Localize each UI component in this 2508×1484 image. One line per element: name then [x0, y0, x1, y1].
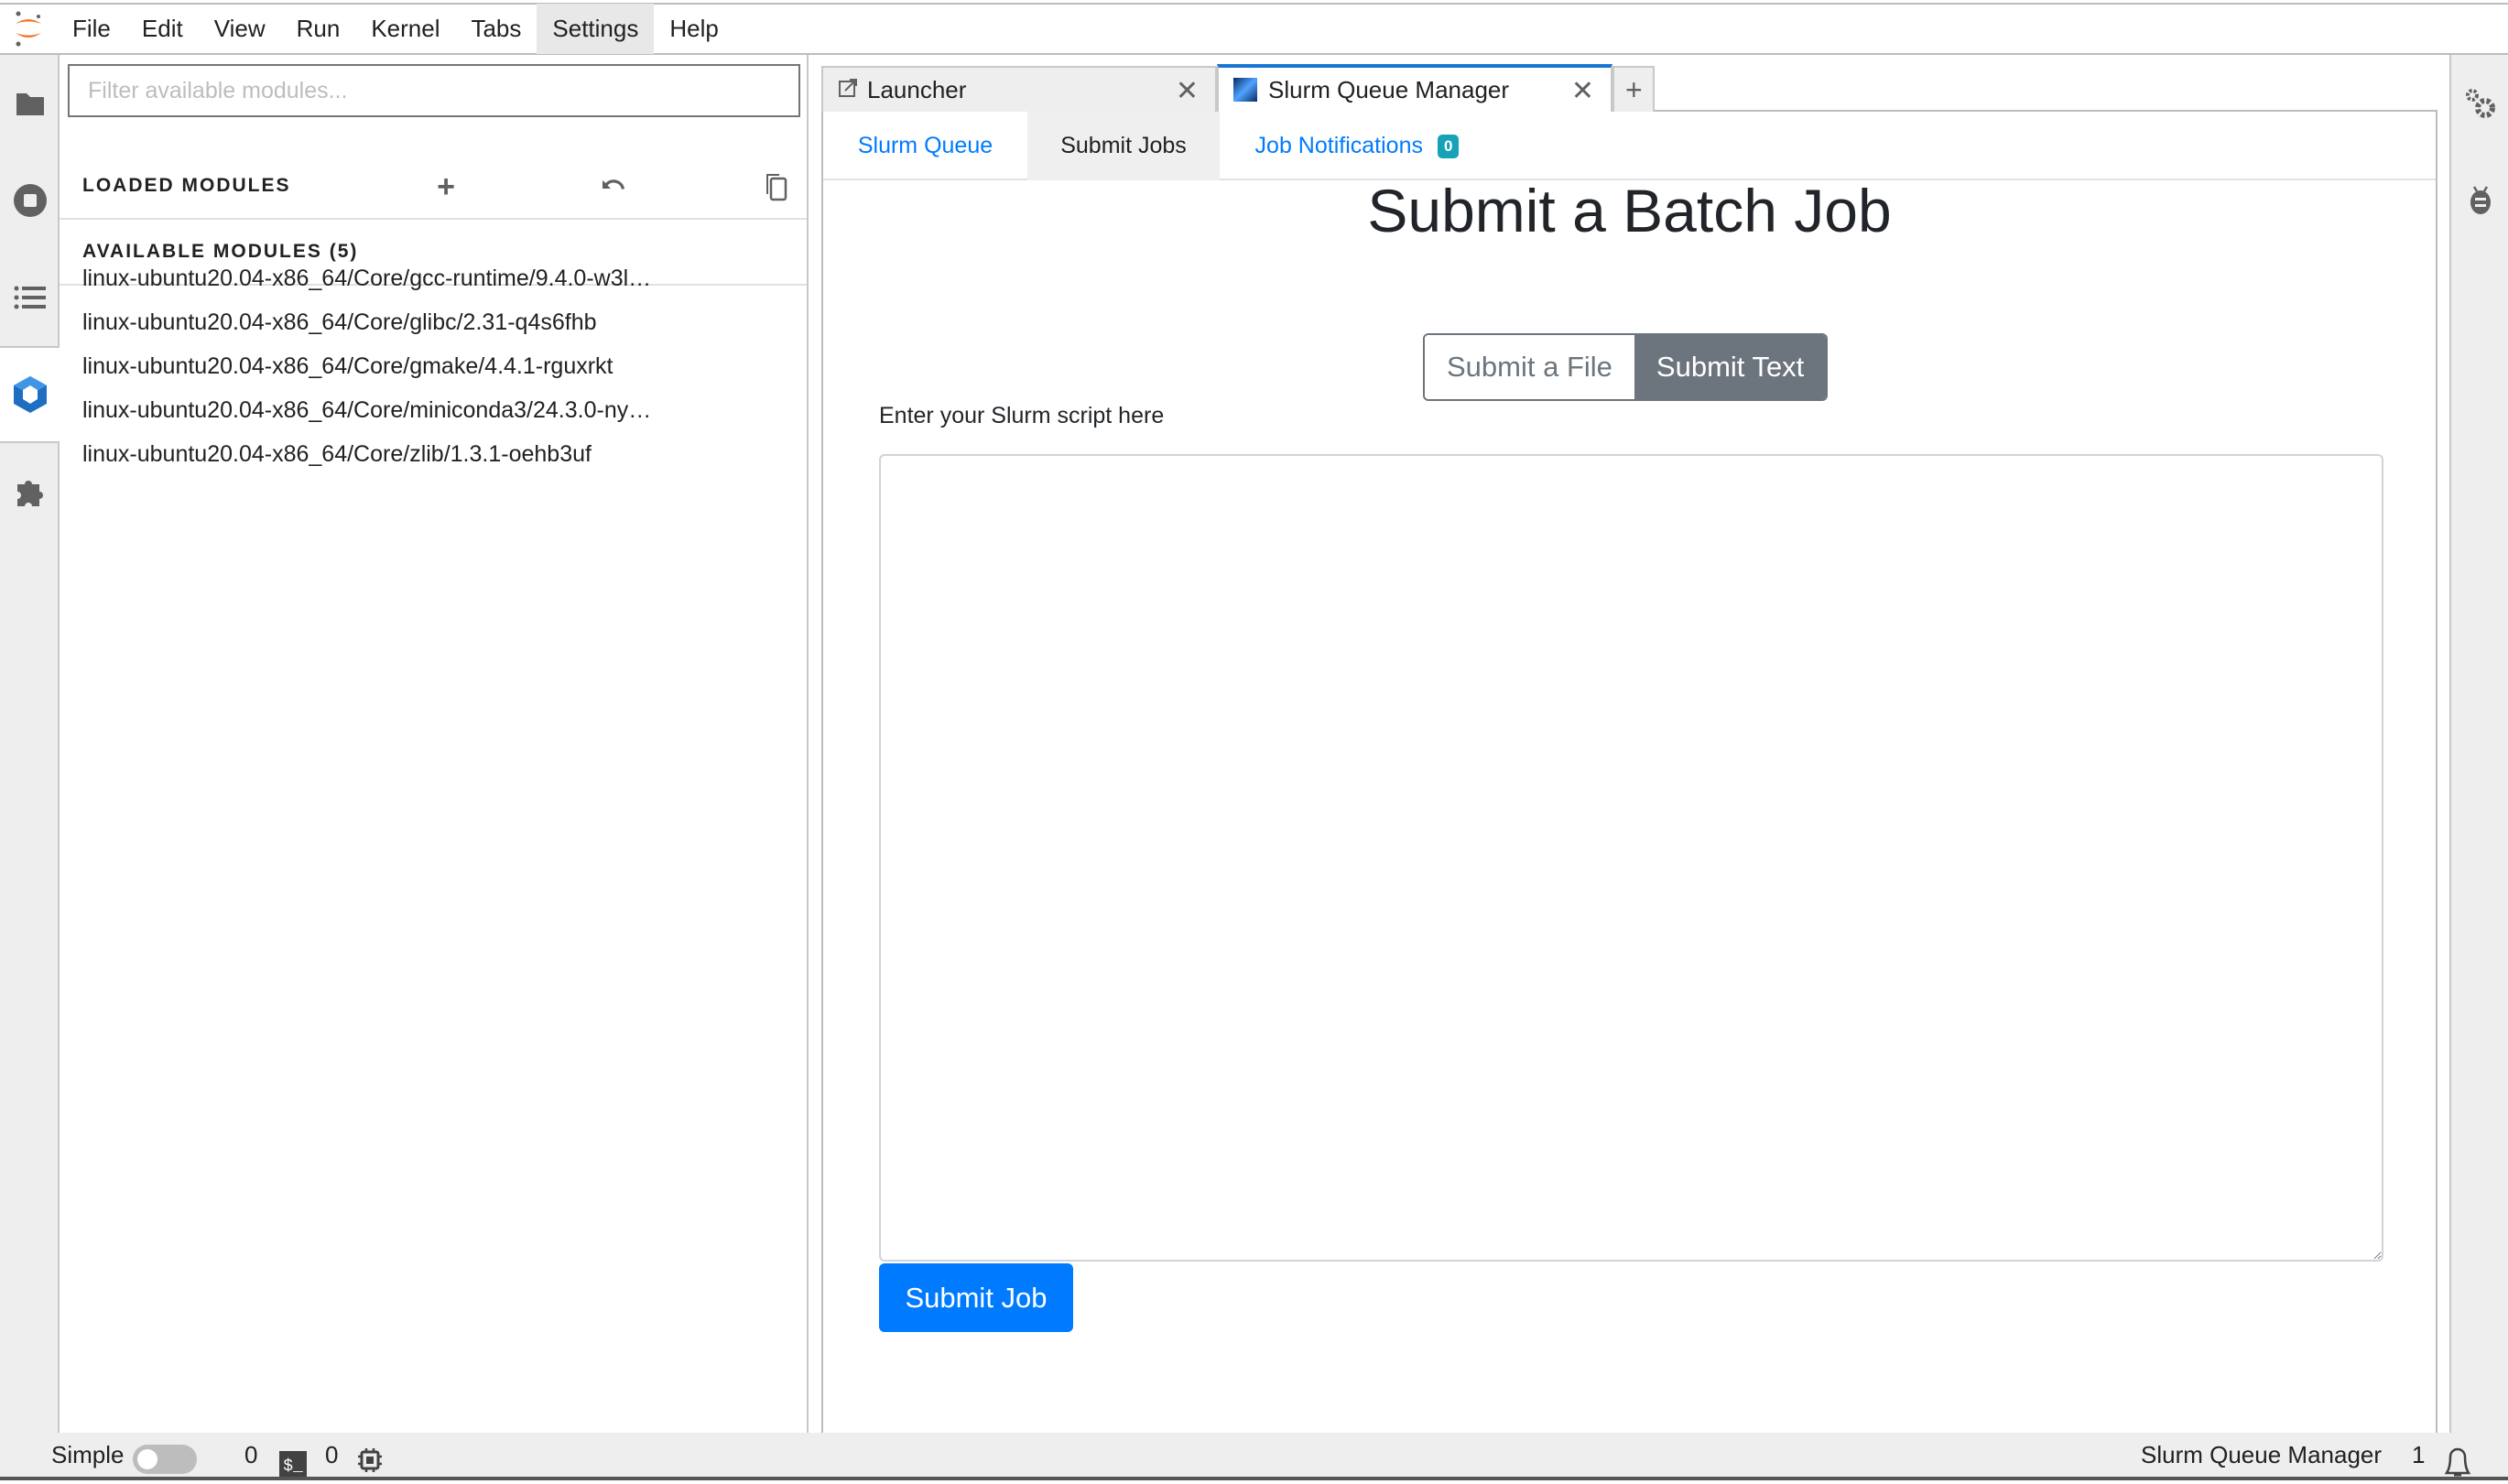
extension-icon[interactable] [0, 443, 60, 540]
script-label: Enter your Slurm script here [879, 403, 1165, 428]
simple-mode-toggle[interactable] [133, 1445, 197, 1474]
slurm-queue-manager-panel: Slurm Queue Submit Jobs Job Notification… [821, 112, 2437, 1480]
tab-submit-jobs[interactable]: Submit Jobs [1027, 112, 1220, 180]
tab-label: Job Notifications [1254, 133, 1423, 158]
launcher-icon [838, 76, 858, 104]
filter-modules-input[interactable] [68, 64, 800, 117]
running-icon[interactable] [0, 152, 60, 249]
bell-icon[interactable] [2442, 1440, 2473, 1484]
slurm-icon [1233, 78, 1257, 102]
toc-icon[interactable] [0, 249, 60, 346]
close-icon[interactable]: ✕ [1176, 75, 1199, 107]
restore-icon[interactable] [589, 154, 635, 220]
module-item[interactable]: linux-ubuntu20.04-x86_64/Core/miniconda3… [82, 388, 778, 432]
menu-edit[interactable]: Edit [126, 4, 199, 54]
activity-label: Slurm Queue Manager [2141, 1440, 2383, 1468]
submit-mode-toggle: Submit a File Submit Text [1423, 333, 1829, 401]
tab-launcher[interactable]: Launcher ✕ [821, 66, 1217, 112]
menu-bar: File Edit View Run Kernel Tabs Settings … [0, 4, 2508, 55]
folder-icon[interactable] [0, 55, 60, 152]
property-inspector-icon[interactable] [2451, 55, 2508, 152]
status-bar: Simple 0 $_ 0 Slurm Queue Manager 1 [0, 1433, 2508, 1480]
simple-mode-label: Simple [51, 1440, 125, 1468]
notification-count: 1 [2412, 1440, 2426, 1468]
loaded-modules-header: LOADED MODULES + [60, 154, 807, 220]
page-title: Submit a Batch Job [1367, 177, 1892, 244]
kernel-count[interactable]: 0 [325, 1433, 338, 1477]
menu-settings[interactable]: Settings [537, 4, 655, 54]
left-sidebar [0, 55, 60, 1433]
module-item[interactable]: linux-ubuntu20.04-x86_64/Core/gcc-runtim… [82, 256, 778, 300]
document-tab-bar: Launcher ✕ Slurm Queue Manager ✕ + [821, 64, 2437, 112]
menu-help[interactable]: Help [654, 4, 733, 54]
copy-icon[interactable] [754, 154, 799, 220]
modules-panel: LOADED MODULES + AVAILABLE MODULES (5) l… [60, 55, 809, 1433]
tab-slurm-queue[interactable]: Slurm Queue [823, 112, 1027, 180]
close-icon[interactable]: ✕ [1571, 75, 1594, 107]
submit-job-button[interactable]: Submit Job [879, 1263, 1073, 1332]
menu-file[interactable]: File [57, 4, 126, 54]
menu-kernel[interactable]: Kernel [355, 4, 455, 54]
right-sidebar [2449, 55, 2508, 1433]
tab-slurm-queue-manager[interactable]: Slurm Queue Manager ✕ [1217, 64, 1612, 112]
menu-view[interactable]: View [199, 4, 281, 54]
module-item[interactable]: linux-ubuntu20.04-x86_64/Core/gmake/4.4.… [82, 344, 778, 388]
menu-tabs[interactable]: Tabs [455, 4, 537, 54]
slurm-tabs: Slurm Queue Submit Jobs Job Notification… [823, 112, 2436, 180]
add-tab-button[interactable]: + [1612, 66, 1655, 112]
kernel-icon [357, 1438, 383, 1482]
submit-text-option[interactable]: Submit Text [1634, 335, 1827, 399]
add-icon[interactable]: + [424, 154, 470, 220]
tab-label: Slurm Queue Manager [1268, 75, 1510, 103]
tab-label: Launcher [867, 75, 967, 103]
module-item[interactable]: linux-ubuntu20.04-x86_64/Core/glibc/2.31… [82, 300, 778, 344]
modules-icon[interactable] [0, 346, 60, 443]
notification-count-badge: 0 [1437, 134, 1460, 158]
slurm-script-textarea[interactable] [879, 454, 2383, 1262]
loaded-modules-title: LOADED MODULES [82, 175, 291, 196]
tab-job-notifications[interactable]: Job Notifications 0 [1220, 112, 1494, 180]
menu-run[interactable]: Run [281, 4, 356, 54]
main-area: Launcher ✕ Slurm Queue Manager ✕ + Slurm… [809, 55, 2449, 1480]
jupyter-logo-icon [0, 4, 57, 54]
terminal-icon: $_ [279, 1433, 307, 1477]
debugger-icon[interactable] [2451, 152, 2508, 249]
terminal-count[interactable]: 0 [244, 1433, 257, 1477]
submit-file-option[interactable]: Submit a File [1425, 335, 1634, 399]
module-item[interactable]: linux-ubuntu20.04-x86_64/Core/zlib/1.3.1… [82, 432, 778, 476]
